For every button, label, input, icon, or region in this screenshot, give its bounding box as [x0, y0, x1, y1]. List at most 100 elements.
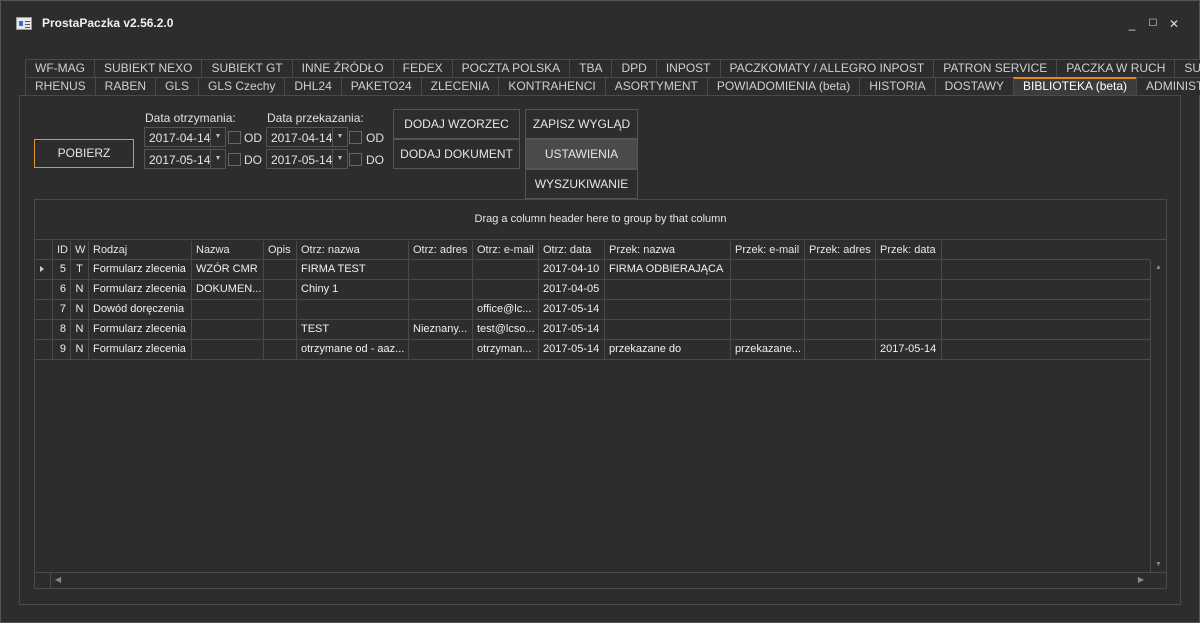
- cell-nazwa[interactable]: [192, 300, 264, 319]
- cell-otrz-nazwa[interactable]: [297, 300, 409, 319]
- ustawienia-button[interactable]: USTAWIENIA: [525, 139, 638, 169]
- column-header-otrz-data[interactable]: Otrz: data: [539, 241, 605, 260]
- otrz-od-date[interactable]: 2017-04-14 ▼: [144, 127, 226, 147]
- cell-otrz-nazwa[interactable]: TEST: [297, 320, 409, 339]
- scroll-up-icon[interactable]: ▲: [1155, 264, 1162, 271]
- row-indicator[interactable]: [35, 320, 53, 339]
- cell-przek-nazwa[interactable]: [605, 280, 731, 299]
- cell-otrz-e-mail[interactable]: test@lcso...: [473, 320, 539, 339]
- table-row[interactable]: 7 N Dowód doręczenia office@lc... 2017-05-14: [35, 300, 1150, 320]
- cell-otrz-adres[interactable]: [409, 260, 473, 279]
- tab-dhl24[interactable]: DHL24: [284, 77, 342, 95]
- cell-opis[interactable]: [264, 320, 297, 339]
- column-header-otrz-e-mail[interactable]: Otrz: e-mail: [473, 241, 539, 260]
- wyszukiwanie-button[interactable]: WYSZUKIWANIE: [525, 169, 638, 199]
- table-row[interactable]: 5 T Formularz zlecenia WZÓR CMR FIRMA TEST 20…: [35, 260, 1150, 280]
- dodaj-dokument-button[interactable]: DODAJ DOKUMENT: [393, 139, 520, 169]
- tab-kontrahenci[interactable]: KONTRAHENCI: [498, 77, 606, 95]
- cell-przek-data[interactable]: [876, 260, 942, 279]
- column-header-otrz-adres[interactable]: Otrz: adres: [409, 241, 473, 260]
- cell-otrz-data[interactable]: 2017-05-14: [539, 320, 605, 339]
- cell-przek-data[interactable]: [876, 280, 942, 299]
- cell-opis[interactable]: [264, 300, 297, 319]
- column-header-otrz-nazwa[interactable]: Otrz: nazwa: [297, 241, 409, 260]
- column-header-przek-nazwa[interactable]: Przek: nazwa: [605, 241, 731, 260]
- cell-opis[interactable]: [264, 340, 297, 359]
- cell-w[interactable]: N: [71, 300, 89, 319]
- cell-otrz-e-mail[interactable]: otrzyman...: [473, 340, 539, 359]
- column-header-opis[interactable]: Opis: [264, 241, 297, 260]
- cell-przek-e-mail[interactable]: przekazane...: [731, 340, 805, 359]
- cell-otrz-e-mail[interactable]: [473, 260, 539, 279]
- cell-przek-e-mail[interactable]: [731, 320, 805, 339]
- cell-otrz-adres[interactable]: [409, 340, 473, 359]
- table-row[interactable]: 8 N Formularz zlecenia TEST Nieznany... test@…: [35, 320, 1150, 340]
- tab-inpost[interactable]: INPOST: [655, 59, 721, 77]
- tab-wf-mag[interactable]: WF-MAG: [25, 59, 95, 77]
- cell-id[interactable]: 9: [53, 340, 71, 359]
- table-row[interactable]: 6 N Formularz zlecenia DOKUMEN... Chiny 1 201…: [35, 280, 1150, 300]
- chevron-down-icon[interactable]: ▼: [210, 128, 225, 146]
- tab-raben[interactable]: RABEN: [94, 77, 157, 95]
- cell-przek-adres[interactable]: [805, 340, 876, 359]
- scroll-left-icon[interactable]: ◀: [55, 575, 61, 584]
- tab-powiadomienia-beta[interactable]: POWIADOMIENIA (beta): [706, 77, 861, 95]
- cell-w[interactable]: T: [71, 260, 89, 279]
- dodaj-wzorzec-button[interactable]: DODAJ WZORZEC: [393, 109, 520, 139]
- cell-otrz-data[interactable]: 2017-04-10: [539, 260, 605, 279]
- przek-do-checkbox[interactable]: [349, 153, 362, 166]
- tab-rhenus[interactable]: RHENUS: [25, 77, 96, 95]
- cell-otrz-nazwa[interactable]: FIRMA TEST: [297, 260, 409, 279]
- tab-suus[interactable]: SUUS: [1174, 59, 1200, 77]
- cell-opis[interactable]: [264, 280, 297, 299]
- column-header-przek-e-mail[interactable]: Przek: e-mail: [731, 241, 805, 260]
- tab-paketo24[interactable]: PAKETO24: [340, 77, 422, 95]
- cell-przek-e-mail[interactable]: [731, 280, 805, 299]
- tab-fedex[interactable]: FEDEX: [392, 59, 453, 77]
- cell-nazwa[interactable]: [192, 320, 264, 339]
- przek-do-date[interactable]: 2017-05-14 ▼: [266, 149, 348, 169]
- cell-przek-adres[interactable]: [805, 280, 876, 299]
- cell-otrz-adres[interactable]: Nieznany...: [409, 320, 473, 339]
- table-row[interactable]: 9 N Formularz zlecenia otrzymane od - aaz..…: [35, 340, 1150, 360]
- cell-przek-data[interactable]: [876, 300, 942, 319]
- tab-biblioteka-beta[interactable]: BIBLIOTEKA (beta): [1013, 77, 1138, 95]
- close-button[interactable]: ✕: [1165, 15, 1183, 33]
- tab-asortyment[interactable]: ASORTYMENT: [604, 77, 708, 95]
- scroll-down-icon[interactable]: ▼: [1155, 561, 1162, 568]
- cell-rodzaj[interactable]: Formularz zlecenia: [89, 340, 192, 359]
- maximize-button[interactable]: ☐: [1144, 15, 1162, 33]
- cell-przek-e-mail[interactable]: [731, 300, 805, 319]
- row-indicator[interactable]: [35, 300, 53, 319]
- cell-otrz-adres[interactable]: [409, 280, 473, 299]
- tab-paczka-w-ruch[interactable]: PACZKA W RUCH: [1056, 59, 1176, 77]
- cell-otrz-adres[interactable]: [409, 300, 473, 319]
- cell-nazwa[interactable]: DOKUMEN...: [192, 280, 264, 299]
- cell-przek-nazwa[interactable]: FIRMA ODBIERAJĄCA: [605, 260, 731, 279]
- scroll-right-icon[interactable]: ▶: [1138, 575, 1144, 584]
- cell-przek-adres[interactable]: [805, 300, 876, 319]
- cell-rodzaj[interactable]: Formularz zlecenia: [89, 260, 192, 279]
- otrz-do-checkbox[interactable]: [228, 153, 241, 166]
- cell-otrz-data[interactable]: 2017-05-14: [539, 300, 605, 319]
- zapisz-wyglad-button[interactable]: ZAPISZ WYGLĄD: [525, 109, 638, 139]
- cell-id[interactable]: 7: [53, 300, 71, 319]
- cell-przek-e-mail[interactable]: [731, 260, 805, 279]
- column-header-przek-data[interactable]: Przek: data: [876, 241, 942, 260]
- otrz-do-date[interactable]: 2017-05-14 ▼: [144, 149, 226, 169]
- column-header-w[interactable]: W: [71, 241, 89, 260]
- cell-otrz-data[interactable]: 2017-05-14: [539, 340, 605, 359]
- tab-administracja[interactable]: ADMINISTRACJA: [1136, 77, 1200, 95]
- cell-otrz-nazwa[interactable]: otrzymane od - aaz...: [297, 340, 409, 359]
- tab-dpd[interactable]: DPD: [611, 59, 657, 77]
- column-header-nazwa[interactable]: Nazwa: [192, 241, 264, 260]
- cell-przek-data[interactable]: [876, 320, 942, 339]
- cell-opis[interactable]: [264, 260, 297, 279]
- tab-dostawy[interactable]: DOSTAWY: [934, 77, 1014, 95]
- tab-patron-service[interactable]: PATRON SERVICE: [933, 59, 1058, 77]
- cell-przek-nazwa[interactable]: przekazane do: [605, 340, 731, 359]
- tab-zlecenia[interactable]: ZLECENIA: [420, 77, 500, 95]
- cell-w[interactable]: N: [71, 280, 89, 299]
- cell-nazwa[interactable]: [192, 340, 264, 359]
- cell-id[interactable]: 5: [53, 260, 71, 279]
